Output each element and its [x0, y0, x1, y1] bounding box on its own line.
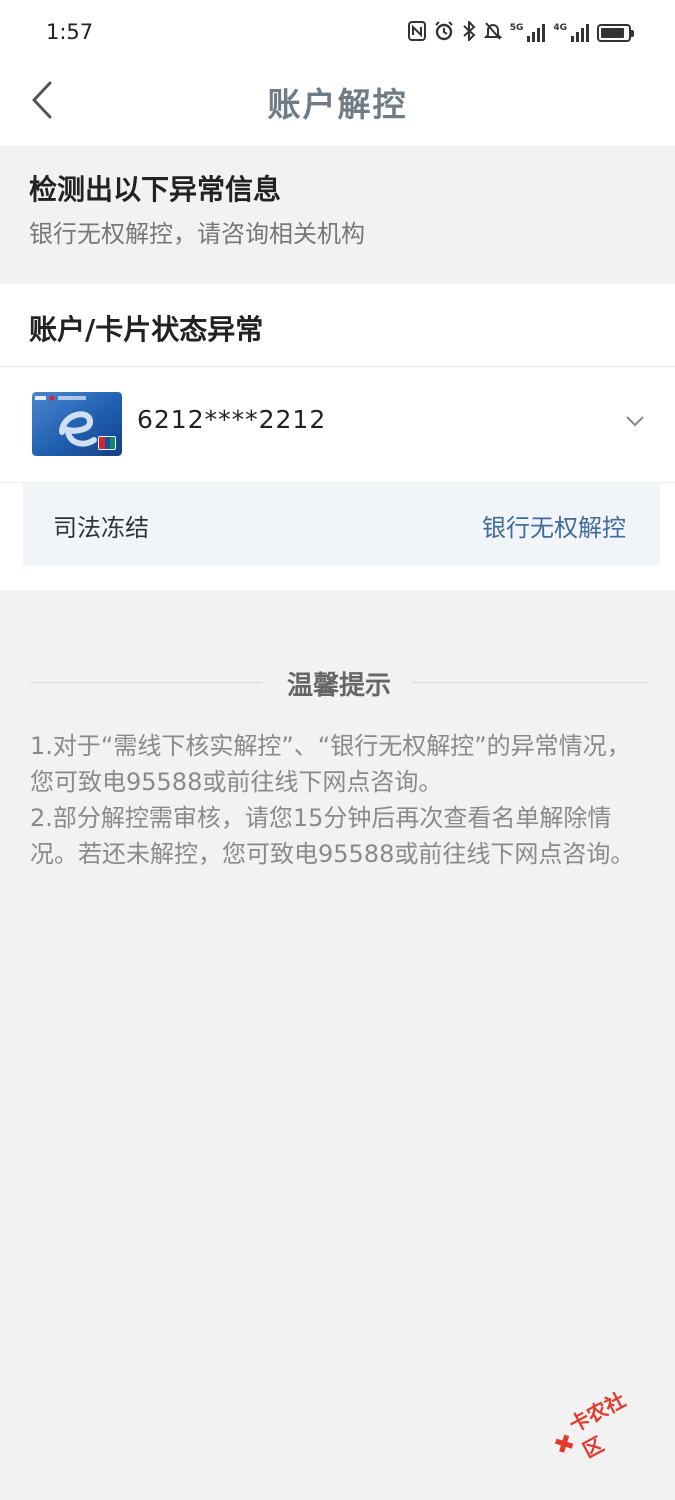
signal-4g-label: 4G — [553, 23, 567, 33]
signal-4g-icon: 4G — [553, 24, 589, 42]
tips-header: 温馨提示 — [30, 662, 648, 702]
status-time: 1:57 — [46, 20, 94, 44]
alarm-icon — [434, 21, 454, 45]
bluetooth-icon — [462, 19, 476, 45]
tip-line-2: 2.部分解控需审核，请您15分钟后再次查看名单解除情况。若还未解控，您可致电95… — [30, 804, 635, 868]
anomaly-heading: 检测出以下异常信息 — [29, 173, 282, 206]
nfc-icon — [407, 21, 426, 45]
chevron-down-icon[interactable] — [625, 411, 645, 431]
page-title: 账户解控 — [267, 85, 408, 124]
watermark: ✖ 卡农社区 — [539, 1371, 660, 1480]
tips-title: 温馨提示 — [286, 671, 391, 701]
bank-card-image — [32, 392, 122, 456]
account-status-section: 账户/卡片状态异常 6212****2212 司法冻结 银行无权解控 — [0, 284, 675, 590]
freeze-status-box: 司法冻结 银行无权解控 — [23, 483, 660, 566]
anomaly-subtext: 银行无权解控，请咨询相关机构 — [29, 220, 365, 248]
status-icons: 5G 4G — [407, 19, 634, 46]
battery-icon — [597, 24, 634, 42]
tips-line-right — [412, 682, 648, 683]
freeze-value: 银行无权解控 — [482, 514, 626, 542]
page: 1:57 5G 4G 账户解控 检测出以下异常信息 银行无权解控，请咨询相关机构… — [0, 0, 675, 1500]
signal-5g-icon: 5G — [510, 24, 546, 42]
signal-5g-label: 5G — [509, 23, 524, 33]
tip-line-1: 1.对于“需线下核实解控”、“银行无权解控”的异常情况，您可致电95588或前往… — [30, 732, 631, 796]
status-bar: 1:57 5G 4G — [0, 0, 675, 64]
section-title: 账户/卡片状态异常 — [29, 313, 264, 346]
anomaly-notice: 检测出以下异常信息 银行无权解控，请咨询相关机构 — [0, 146, 675, 284]
tips-body: 1.对于“需线下核实解控”、“银行无权解控”的异常情况，您可致电95588或前往… — [30, 728, 650, 872]
freeze-label: 司法冻结 — [53, 514, 149, 542]
bank-card-row[interactable]: 6212****2212 — [0, 367, 675, 482]
card-number: 6212****2212 — [137, 405, 327, 434]
nav-bar: 账户解控 — [0, 64, 675, 146]
mute-icon — [483, 21, 503, 45]
